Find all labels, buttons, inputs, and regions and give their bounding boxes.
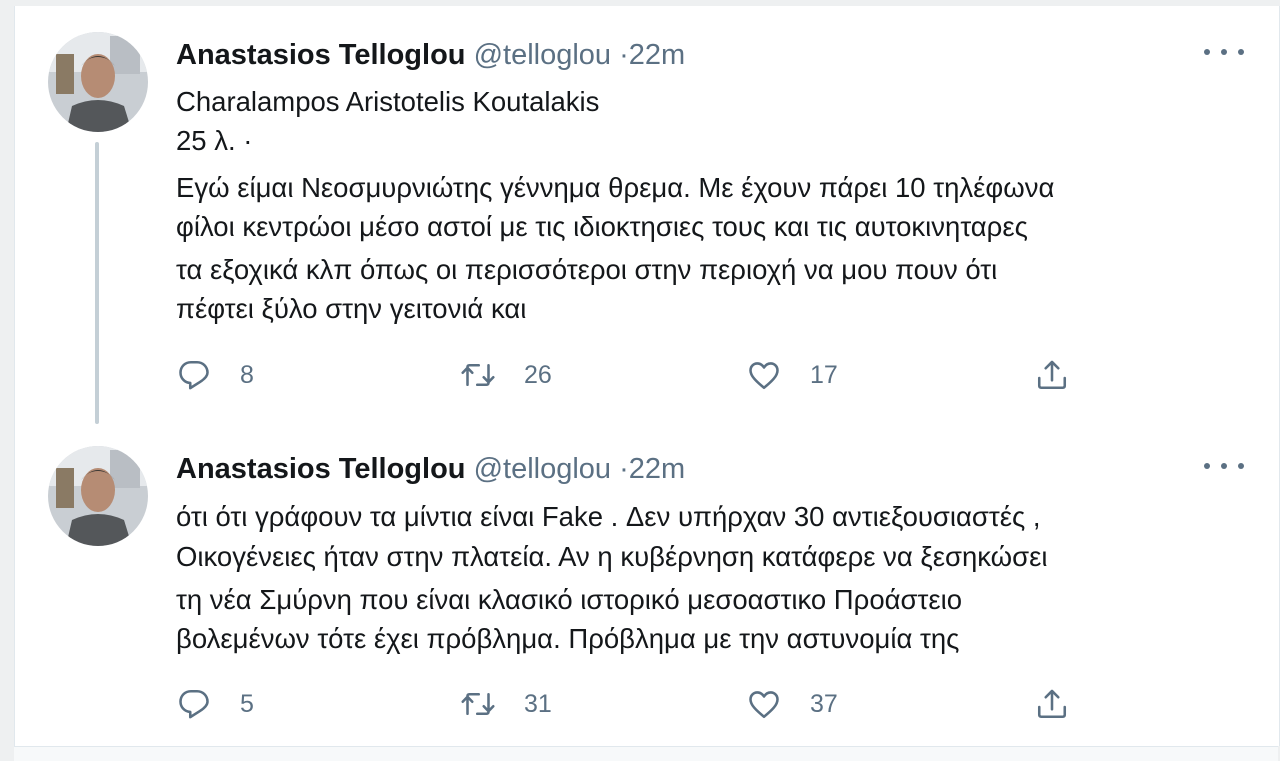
thread-connector-line bbox=[95, 142, 99, 424]
retweet-button[interactable]: 31 bbox=[460, 686, 552, 722]
retweet-icon bbox=[461, 692, 495, 716]
like-button[interactable]: 17 bbox=[746, 357, 838, 393]
tweet-timestamp[interactable]: 22m bbox=[629, 39, 685, 71]
reply-icon bbox=[179, 689, 209, 719]
tweet-text-line: 25 λ. · bbox=[176, 125, 253, 156]
tweet-text-line: τη νέα Σμύρνη που είναι κλασικό ιστορικό… bbox=[176, 584, 963, 615]
retweet-button[interactable]: 26 bbox=[460, 357, 552, 393]
tweet-text-line: βολεμένων τότε έχει πρόβλημα. Πρόβλημα μ… bbox=[176, 623, 960, 654]
reply-count: 8 bbox=[240, 360, 254, 389]
tweet-text-line: Οικογένειες ήταν στην πλατεία. Αν η κυβέ… bbox=[176, 541, 1048, 572]
tweet-text-line: Charalampos Aristotelis Koutalakis bbox=[176, 86, 600, 117]
tweet-timestamp[interactable]: 22m bbox=[629, 453, 685, 485]
reply-button[interactable]: 8 bbox=[176, 357, 254, 393]
reply-button[interactable]: 5 bbox=[176, 686, 254, 722]
header-separator: · bbox=[619, 453, 629, 485]
share-button[interactable] bbox=[1034, 357, 1070, 393]
tweet-text-line: ότι ότι γράφουν τα μίντια είναι Fake . Δ… bbox=[176, 501, 1041, 532]
more-options-icon[interactable] bbox=[1204, 456, 1244, 476]
retweet-count: 26 bbox=[524, 360, 552, 389]
avatar[interactable] bbox=[48, 446, 148, 546]
share-icon bbox=[1037, 689, 1067, 719]
tweet-header: Anastasios Telloglou @telloglou ·22m bbox=[176, 37, 685, 73]
reply-count: 5 bbox=[240, 689, 254, 718]
like-count: 37 bbox=[810, 689, 838, 718]
more-options-icon[interactable] bbox=[1204, 42, 1244, 62]
tweet-header: Anastasios Telloglou @telloglou ·22m bbox=[176, 451, 685, 487]
tweet-text-line: Εγώ είμαι Νεοσμυρνιώτης γέννημα θρεμα. Μ… bbox=[176, 172, 1055, 203]
share-icon bbox=[1037, 360, 1067, 390]
author-handle[interactable]: @telloglou bbox=[474, 453, 611, 485]
like-icon bbox=[749, 691, 779, 719]
like-count: 17 bbox=[810, 360, 838, 389]
share-button[interactable] bbox=[1034, 686, 1070, 722]
like-icon bbox=[749, 362, 779, 390]
tweet-text-line: τα εξοχικά κλπ όπως οι περισσότεροι στην… bbox=[176, 254, 998, 285]
retweet-icon bbox=[461, 363, 495, 387]
retweet-count: 31 bbox=[524, 689, 552, 718]
avatar-photo bbox=[48, 32, 148, 132]
author-name[interactable]: Anastasios Telloglou bbox=[176, 453, 466, 485]
header-separator: · bbox=[619, 39, 629, 71]
like-button[interactable]: 37 bbox=[746, 686, 838, 722]
avatar-photo bbox=[48, 446, 148, 546]
tweet-text-line: πέφτει ξύλο στην γειτονιά και bbox=[176, 293, 527, 324]
author-handle[interactable]: @telloglou bbox=[474, 39, 611, 71]
timeline-bottom-edge bbox=[14, 746, 1278, 761]
tweet-text-line: φίλοι κεντρώοι μέσο αστοί με τις ιδιοκτη… bbox=[176, 211, 1028, 242]
author-name[interactable]: Anastasios Telloglou bbox=[176, 39, 466, 71]
reply-icon bbox=[179, 360, 209, 390]
avatar[interactable] bbox=[48, 32, 148, 132]
